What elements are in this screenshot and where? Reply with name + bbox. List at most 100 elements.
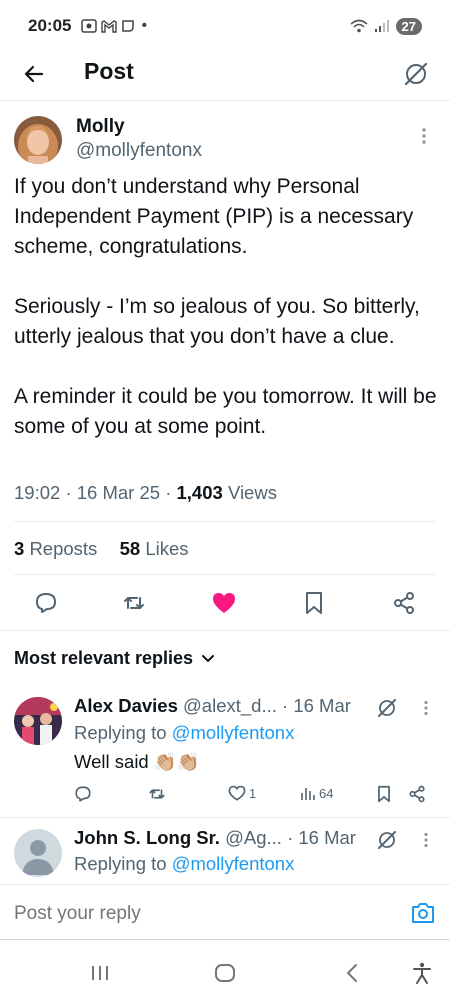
bookmark-icon — [378, 785, 390, 803]
reply-author-name[interactable]: Alex Davies — [74, 695, 178, 716]
post-meta: 19:02 · 16 Mar 25 · 1,403 Views — [14, 482, 277, 503]
back-arrow-icon — [24, 65, 44, 83]
reply-action-bar: 1 64 — [0, 785, 450, 809]
signal-icon — [374, 20, 389, 32]
notification-icons: • — [81, 17, 147, 35]
recent-apps-button[interactable] — [88, 961, 112, 985]
heart-filled-icon — [213, 593, 235, 613]
grok-icon — [404, 62, 428, 86]
counts-divider — [14, 574, 436, 575]
views-label: Views — [227, 482, 277, 503]
page-title: Post — [84, 58, 134, 84]
post-paragraph: If you don’t understand why Personal Ind… — [14, 175, 414, 258]
heart-icon — [228, 785, 246, 801]
more-vertical-icon — [424, 832, 428, 848]
replies-sort-label: Most relevant replies — [14, 648, 194, 668]
status-right: 27 — [350, 17, 422, 35]
reposts-link[interactable]: 3 Reposts — [14, 538, 97, 559]
post-action-bar — [0, 585, 450, 621]
replies-sort-dropdown[interactable]: Most relevant replies — [14, 648, 215, 669]
reply-author-handle[interactable]: @Ag... — [225, 827, 282, 848]
reply-author-name[interactable]: John S. Long Sr. — [74, 827, 220, 848]
reply-repost-button[interactable] — [148, 785, 166, 803]
reply-icon — [36, 593, 56, 613]
wifi-icon — [350, 19, 368, 33]
reply-share-button[interactable] — [408, 785, 426, 803]
grok-button[interactable] — [376, 697, 398, 719]
home-button[interactable] — [213, 961, 237, 985]
repost-icon — [124, 597, 144, 609]
avatar[interactable] — [14, 697, 62, 745]
avatar[interactable] — [14, 116, 62, 164]
app-notification-icon — [122, 20, 135, 32]
reply-views-button[interactable]: 64 — [300, 785, 333, 801]
post-paragraph: Seriously - I’m so jealous of you. So bi… — [14, 295, 420, 348]
engagement-counts: 3 Reposts 58 Likes — [14, 538, 189, 560]
reposts-count: 3 — [14, 538, 25, 559]
back-button[interactable] — [16, 56, 52, 92]
more-options-button[interactable] — [412, 124, 436, 148]
recent-apps-icon — [92, 966, 108, 980]
author-name[interactable]: Molly — [76, 116, 125, 138]
reply-avatar-image — [14, 697, 62, 745]
share-button[interactable] — [390, 589, 418, 617]
top-app-bar: Post — [0, 52, 450, 96]
reply-header: Alex Davies @alext_d... · 16 Mar — [74, 695, 351, 717]
battery-indicator: 27 — [395, 17, 422, 35]
reply-bookmark-button[interactable] — [376, 785, 392, 803]
repost-button[interactable] — [120, 589, 148, 617]
replying-to-label: Replying to — [74, 853, 167, 874]
actions-divider — [0, 630, 450, 631]
grok-icon — [378, 699, 396, 717]
post-date: 16 Mar 25 — [76, 482, 161, 503]
replying-to-mention[interactable]: @mollyfentonx — [172, 853, 295, 874]
reply-button[interactable] — [32, 589, 60, 617]
grok-icon — [378, 831, 396, 849]
post-paragraph: A reminder it could be you tomorrow. It … — [14, 385, 437, 438]
likes-link[interactable]: 58 Likes — [120, 538, 189, 559]
reply-date: · 16 Mar — [287, 827, 356, 848]
like-button[interactable] — [210, 589, 238, 617]
repost-icon — [149, 789, 165, 799]
reply-views-count: 64 — [319, 785, 334, 801]
replying-to-mention[interactable]: @mollyfentonx — [172, 722, 295, 743]
accessibility-button[interactable] — [410, 961, 434, 985]
default-avatar-icon — [14, 829, 62, 877]
avatar[interactable] — [14, 829, 62, 877]
reply-author-handle[interactable]: @alext_d... — [183, 695, 277, 716]
system-navigation-bar — [0, 945, 450, 1000]
reply-more-button[interactable] — [416, 830, 436, 850]
bookmark-button[interactable] — [300, 589, 328, 617]
reply-composer — [0, 884, 450, 940]
likes-label: Likes — [145, 538, 189, 559]
reply-text: Well said 👏🏼👏🏼 — [74, 751, 200, 772]
author-handle[interactable]: @mollyfentonx — [76, 140, 202, 162]
more-vertical-icon — [422, 128, 426, 144]
reply-like-button[interactable]: 1 — [228, 785, 256, 802]
reply-input[interactable] — [14, 903, 374, 925]
reposts-label: Reposts — [29, 538, 98, 559]
reply-like-count: 1 — [249, 786, 257, 801]
status-bar: 20:05 • 27 — [0, 0, 450, 52]
reply-reply-button[interactable] — [74, 785, 92, 803]
replying-to: Replying to @mollyfentonx — [74, 853, 294, 875]
share-icon — [394, 592, 414, 614]
reply-date: · 16 Mar — [282, 695, 351, 716]
grok-button[interactable] — [376, 829, 398, 851]
likes-count: 58 — [119, 538, 141, 559]
share-icon — [409, 785, 425, 803]
more-vertical-icon — [424, 700, 428, 716]
reply-item[interactable]: Alex Davies @alext_d... · 16 Mar Replyin… — [0, 685, 450, 815]
grok-button[interactable] — [398, 56, 434, 92]
reply-item[interactable]: John S. Long Sr. @Ag... · 16 Mar Replyin… — [0, 817, 450, 883]
post-time: 19:02 — [14, 482, 61, 503]
reply-more-button[interactable] — [416, 698, 436, 718]
camera-button[interactable] — [410, 901, 436, 925]
gmail-icon — [101, 19, 118, 33]
replying-to-label: Replying to — [74, 722, 167, 743]
system-back-button[interactable] — [340, 961, 364, 985]
back-chevron-icon — [347, 964, 357, 982]
views-count: 1,403 — [176, 482, 223, 503]
replying-to: Replying to @mollyfentonx — [74, 722, 294, 744]
chevron-down-icon — [202, 654, 215, 662]
